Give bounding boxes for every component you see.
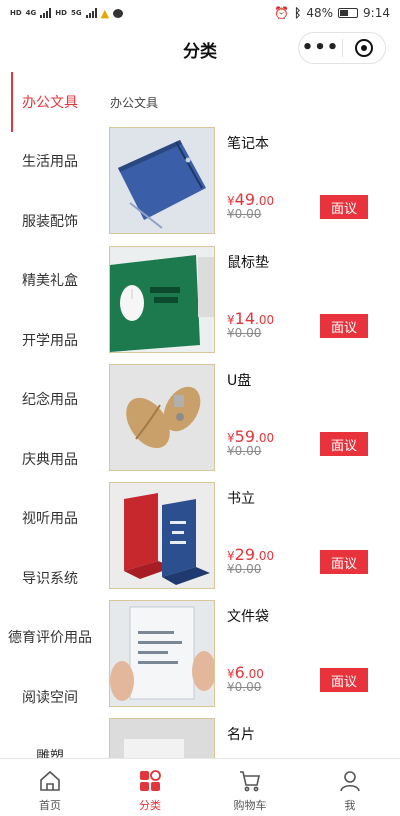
signal-icon	[85, 8, 97, 18]
miniprogram-capsule: •••	[298, 32, 386, 64]
sidebar-item-moral-evaluation[interactable]: 德育评价用品	[0, 608, 100, 668]
alarm-icon: ⏰	[274, 6, 290, 20]
nav-bar: 分类 •••	[0, 26, 400, 72]
product-name: 书立	[227, 491, 255, 507]
category-icon	[140, 770, 161, 791]
sim2-label: HD	[55, 9, 67, 17]
negotiate-button[interactable]: 面议	[320, 314, 368, 338]
status-right: ⏰ ᛒ 48% 9:14	[274, 6, 390, 20]
product-image-bookends[interactable]	[109, 482, 215, 589]
tab-cart[interactable]: 购物车	[200, 759, 300, 816]
status-left: HD 4G HD 5G ▲	[10, 6, 124, 20]
tab-me[interactable]: 我	[300, 759, 400, 816]
original-price: ¥0.00	[227, 562, 262, 576]
tab-home[interactable]: 首页	[0, 759, 100, 816]
product-card[interactable]: 鼠标垫 ¥14.00 ¥0.00 面议	[109, 246, 389, 355]
product-image-notebook[interactable]	[109, 127, 215, 234]
network2-label: 5G	[70, 9, 82, 17]
product-list: 办公文具 笔记本 ¥49.00 ¥0.00 面议 鼠标垫 ¥14.00 ¥0.0…	[100, 72, 400, 758]
network1-label: 4G	[25, 9, 37, 17]
negotiate-button[interactable]: 面议	[320, 432, 368, 456]
status-bar: HD 4G HD 5G ▲ ⏰ ᛒ 48% 9:14	[0, 0, 400, 26]
product-image-document-bag[interactable]	[109, 600, 215, 707]
tab-label: 分类	[139, 799, 161, 812]
sidebar-item-sculpture[interactable]: 雕塑	[0, 727, 100, 758]
product-name: 文件袋	[227, 609, 269, 625]
sidebar-item-celebration[interactable]: 庆典用品	[0, 429, 100, 489]
message-icon	[113, 8, 124, 18]
bottom-tab-bar: 首页 分类 购物车 我	[0, 758, 400, 816]
section-title: 办公文具	[110, 96, 159, 110]
sidebar-item-apparel[interactable]: 服装配饰	[0, 191, 100, 251]
bluetooth-icon: ᛒ	[294, 6, 302, 20]
sidebar-item-daily-necessities[interactable]: 生活用品	[0, 132, 100, 192]
negotiate-button[interactable]: 面议	[320, 550, 368, 574]
user-icon	[340, 771, 360, 792]
sidebar-item-reading-space[interactable]: 阅读空间	[0, 667, 100, 727]
page-title: 分类	[183, 41, 217, 62]
negotiate-button[interactable]: 面议	[320, 195, 368, 219]
home-icon	[40, 770, 60, 791]
original-price: ¥0.00	[227, 680, 262, 694]
close-icon[interactable]	[343, 39, 385, 57]
product-card[interactable]: 笔记本 ¥49.00 ¥0.00 面议	[109, 127, 389, 236]
sidebar-item-office-stationery[interactable]: 办公文具	[0, 72, 100, 132]
product-name: 笔记本	[227, 136, 269, 152]
tab-label: 首页	[39, 799, 61, 812]
original-price: ¥0.00	[227, 444, 262, 458]
product-name: U盘	[227, 373, 252, 389]
battery-percent: 48%	[306, 6, 334, 20]
sidebar-item-school-supplies[interactable]: 开学用品	[0, 310, 100, 370]
tab-category[interactable]: 分类	[100, 759, 200, 816]
clock: 9:14	[363, 6, 390, 20]
product-card[interactable]: U盘 ¥59.00 ¥0.00 面议	[109, 364, 389, 473]
product-card[interactable]: 书立 ¥29.00 ¥0.00 面议	[109, 482, 389, 591]
negotiate-button[interactable]: 面议	[320, 668, 368, 692]
sidebar-item-signage[interactable]: 导识系统	[0, 548, 100, 608]
category-sidebar: 办公文具 生活用品 服装配饰 精美礼盒 开学用品 纪念用品 庆典用品 视听用品 …	[0, 72, 100, 758]
product-image-business-card[interactable]	[109, 718, 215, 758]
original-price: ¥0.00	[227, 326, 262, 340]
product-name: 鼠标垫	[227, 255, 269, 271]
sidebar-item-audio-visual[interactable]: 视听用品	[0, 489, 100, 549]
product-image-mousepad[interactable]	[109, 246, 215, 353]
product-card[interactable]: 名片	[109, 718, 389, 758]
sidebar-item-souvenirs[interactable]: 纪念用品	[0, 370, 100, 430]
signal-icon	[40, 8, 52, 18]
cart-icon	[240, 771, 260, 792]
product-image-usb-drive[interactable]	[109, 364, 215, 471]
warning-icon: ▲	[100, 6, 110, 20]
sim1-label: HD	[10, 9, 22, 17]
tab-label: 购物车	[233, 799, 267, 812]
tab-label: 我	[344, 799, 356, 812]
original-price: ¥0.00	[227, 207, 262, 221]
more-icon[interactable]: •••	[299, 33, 342, 63]
product-card[interactable]: 文件袋 ¥6.00 ¥0.00 面议	[109, 600, 389, 709]
sidebar-item-gift-box[interactable]: 精美礼盒	[0, 251, 100, 311]
battery-icon	[338, 8, 359, 18]
product-name: 名片	[227, 727, 255, 743]
